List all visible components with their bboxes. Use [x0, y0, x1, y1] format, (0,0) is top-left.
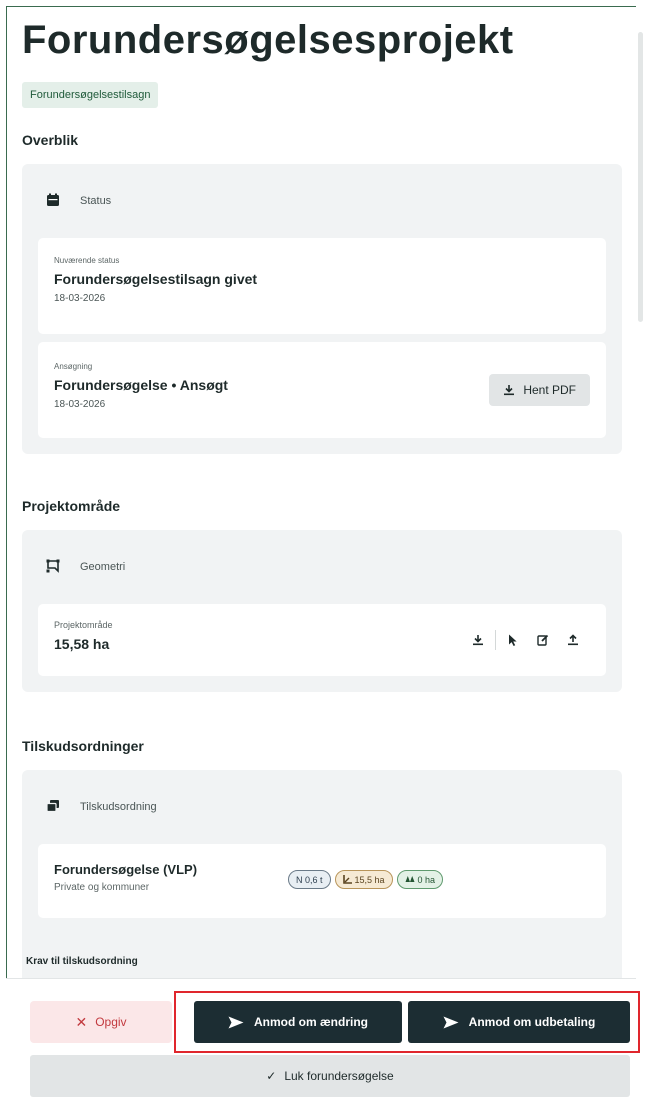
current-status-date: 18-03-2026	[54, 293, 106, 304]
nitrogen-badge: N 0,6 t	[288, 870, 331, 889]
edit-icon[interactable]	[536, 633, 550, 647]
application-card: Ansøgning Forundersøgelse • Ansøgt 18-03…	[38, 342, 606, 438]
check-icon: ✓	[266, 1069, 277, 1083]
status-panel: Status Nuværende status Forundersøgelses…	[22, 164, 622, 454]
project-type-tag: Forundersøgelsestilsagn	[22, 82, 159, 108]
area-badge-value: 15,5 ha	[354, 874, 385, 885]
geometry-panel-title: Geometri	[80, 561, 126, 573]
opgiv-label: Opgiv	[95, 1015, 127, 1029]
subsidy-panel-title: Tilskudsordning	[80, 801, 157, 813]
request-change-label: Anmod om ændring	[254, 1015, 368, 1029]
send-icon	[228, 1016, 244, 1028]
subsidy-panel-header: Tilskudsordning	[38, 770, 606, 844]
project-area-label: Projektområde	[54, 620, 113, 630]
current-status-label: Nuværende status	[54, 256, 120, 265]
request-payment-button[interactable]: Anmod om udbetaling	[408, 1001, 630, 1043]
subsidy-card: Forundersøgelse (VLP) Private og kommune…	[38, 844, 606, 918]
upload-icon[interactable]	[566, 633, 580, 647]
geometry-panel-header: Geometri	[38, 530, 606, 604]
close-icon: ✕	[75, 1013, 88, 1030]
overblik-heading: Overblik	[22, 132, 79, 148]
forest-badge-value: 0 ha	[417, 874, 436, 885]
application-label: Ansøgning	[54, 362, 93, 371]
page-title: Forundersøgelsesprojekt	[22, 18, 514, 62]
krav-heading: Krav til tilskudsordning	[26, 956, 138, 967]
status-panel-header: Status	[38, 164, 606, 238]
request-payment-label: Anmod om udbetaling	[468, 1015, 596, 1029]
subsidy-badges: N 0,6 t 15,5 ha 0 ha	[288, 870, 444, 889]
scrollbar[interactable]	[638, 32, 643, 322]
close-project-button[interactable]: ✓ Luk forundersøgelse	[30, 1055, 630, 1097]
project-area-card: Projektområde 15,58 ha	[38, 604, 606, 676]
action-footer: ✕ Opgiv Anmod om ændring Anmod om udbeta…	[6, 978, 640, 1099]
layers-icon	[46, 799, 62, 815]
forest-badge: 0 ha	[396, 870, 444, 889]
area-icon	[342, 875, 352, 884]
area-badge: 15,5 ha	[334, 870, 393, 889]
cursor-icon[interactable]	[506, 633, 520, 647]
download-icon	[504, 385, 515, 396]
projektomraade-heading: Projektområde	[22, 498, 121, 514]
send-icon	[443, 1016, 459, 1028]
current-status-card: Nuværende status Forundersøgelsestilsagn…	[38, 238, 606, 334]
polygon-icon	[46, 559, 62, 575]
calendar-icon	[46, 193, 62, 209]
status-panel-title: Status	[80, 195, 112, 207]
action-divider	[495, 630, 496, 650]
download-pdf-label: Hent PDF	[523, 383, 576, 397]
download-pdf-button[interactable]: Hent PDF	[489, 374, 590, 406]
current-status-value: Forundersøgelsestilsagn givet	[54, 271, 258, 287]
forest-icon	[405, 876, 415, 882]
request-change-button[interactable]: Anmod om ændring	[194, 1001, 402, 1043]
download-icon[interactable]	[471, 633, 485, 647]
tilskud-heading: Tilskudsordninger	[22, 738, 144, 754]
geometry-panel: Geometri Projektområde 15,58 ha	[22, 530, 622, 692]
opgiv-button[interactable]: ✕ Opgiv	[30, 1001, 172, 1043]
geometry-actions	[471, 630, 580, 650]
close-project-label: Luk forundersøgelse	[284, 1069, 394, 1083]
main-content: Forundersøgelsesprojekt Forundersøgelses…	[22, 0, 622, 1030]
